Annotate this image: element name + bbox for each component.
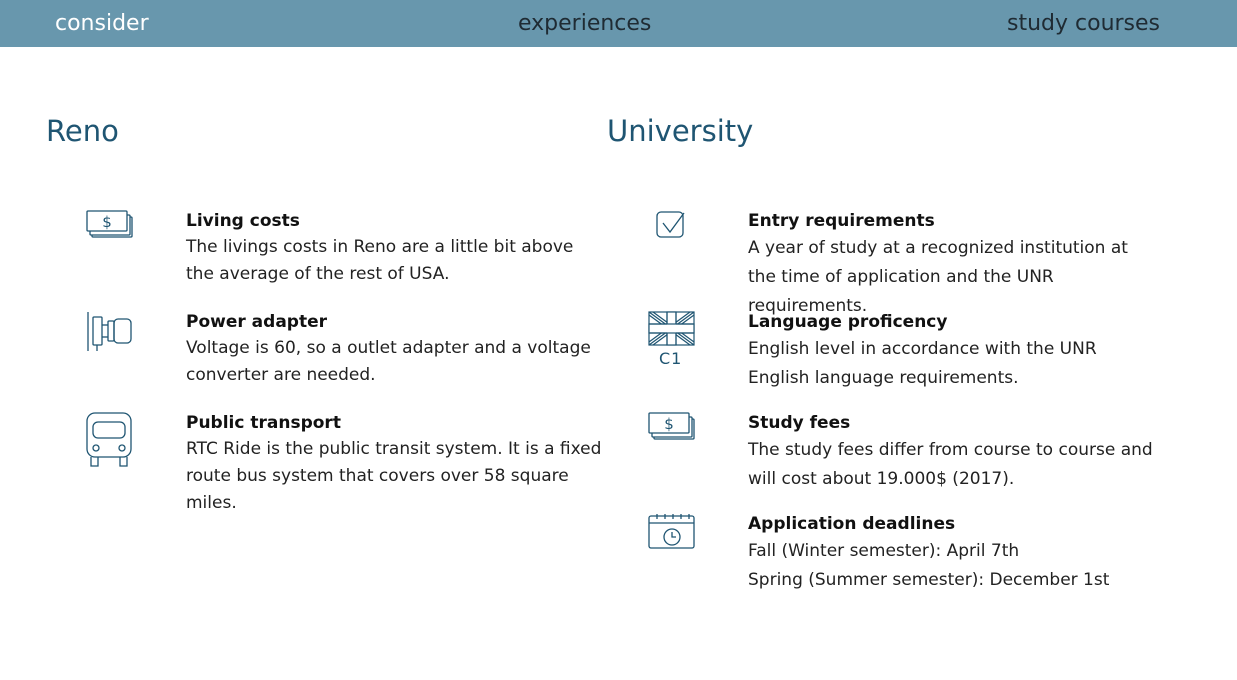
study-fees-text: The study fees differ from course to cou…	[748, 440, 1153, 489]
calendar-clock-icon	[648, 513, 698, 573]
money-stack-icon: $	[86, 210, 136, 270]
power-adapter-icon	[86, 311, 136, 371]
nav-link-consider[interactable]: consider	[55, 10, 149, 38]
language-proficiency-heading: Language proficency	[748, 312, 948, 332]
nav-link-experiences[interactable]: experiences	[518, 10, 651, 38]
study-fees-heading: Study fees	[748, 413, 851, 433]
university-section-title: University	[607, 114, 754, 148]
top-navigation-bar: consider experiences study courses	[0, 0, 1237, 47]
language-level-label: C1	[659, 349, 683, 368]
power-adapter-heading: Power adapter	[186, 312, 327, 332]
nav-link-study-courses[interactable]: study courses	[1007, 10, 1160, 38]
application-deadlines-heading: Application deadlines	[748, 514, 956, 534]
uk-flag-icon: C1	[648, 311, 698, 371]
deadline-spring: Spring (Summer semester): December 1st	[748, 570, 1110, 590]
deadline-fall: Fall (Winter semester): April 7th	[748, 541, 1020, 561]
bus-icon	[86, 412, 136, 472]
svg-text:$: $	[664, 415, 674, 433]
checkbox-icon	[648, 210, 698, 270]
public-transport-heading: Public transport	[186, 413, 341, 433]
reno-section-title: Reno	[46, 114, 119, 148]
money-stack-icon: $	[648, 412, 698, 472]
svg-text:$: $	[102, 213, 112, 231]
living-costs-heading: Living costs	[186, 211, 300, 231]
language-proficiency-text: English level in accordance with the UNR…	[748, 339, 1097, 388]
power-adapter-text: Voltage is 60, so a outlet adapter and a…	[186, 338, 591, 385]
living-costs-text: The livings costs in Reno are a little b…	[186, 237, 574, 284]
entry-requirements-text: A year of study at a recognized institut…	[748, 238, 1128, 316]
application-deadlines-text: Fall (Winter semester): April 7th Spring…	[748, 537, 1158, 595]
public-transport-text: RTC Ride is the public transit system. I…	[186, 439, 602, 513]
entry-requirements-heading: Entry requirements	[748, 211, 935, 231]
